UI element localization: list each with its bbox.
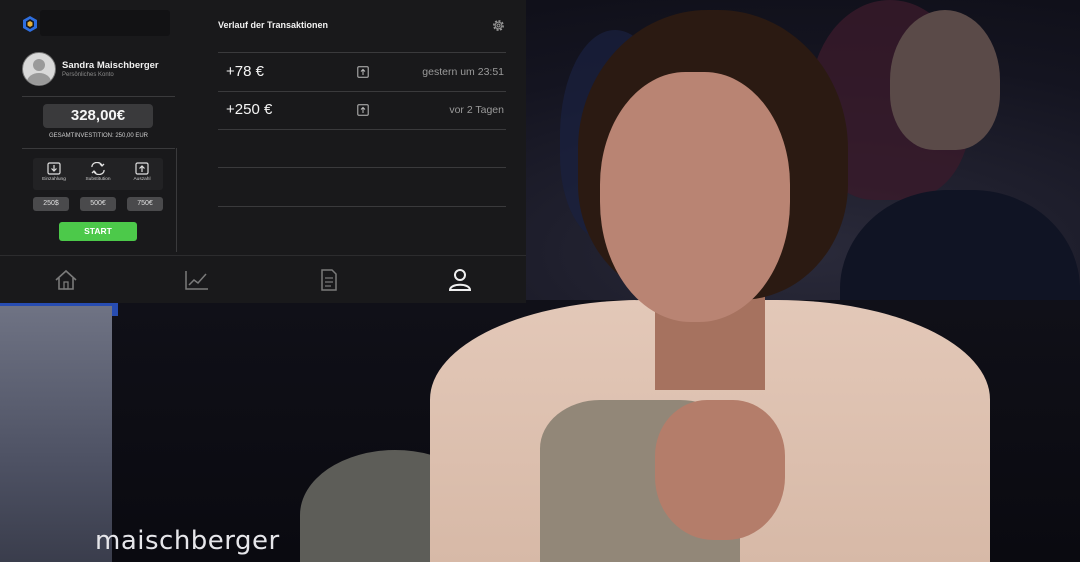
transaction-time: gestern um 23:51 <box>422 66 504 78</box>
account-sidebar: Sandra Maischberger Persönliches Konto 3… <box>0 0 190 255</box>
account-type: Persönliches Konto <box>62 72 114 78</box>
gear-icon[interactable] <box>491 18 506 33</box>
withdraw-label: Auszahl <box>133 177 151 182</box>
studio-pillar <box>0 306 112 562</box>
amount-options: 250$ 500€ 750€ <box>33 197 163 211</box>
start-button[interactable]: START <box>59 222 137 241</box>
top-bar <box>40 10 170 36</box>
swap-icon <box>91 162 105 175</box>
show-logo: maischberger <box>95 526 280 556</box>
amount-option-750[interactable]: 750€ <box>127 197 163 211</box>
audience-member-head <box>890 10 1000 150</box>
upload-icon <box>135 162 149 175</box>
chart-icon <box>185 271 209 290</box>
nav-profile[interactable] <box>395 256 527 304</box>
banking-app-panel: Sandra Maischberger Persönliches Konto 3… <box>0 0 526 303</box>
transaction-amount: +78 € <box>226 63 264 80</box>
amount-option-500[interactable]: 500€ <box>80 197 116 211</box>
nav-home[interactable] <box>0 256 132 304</box>
nav-documents[interactable] <box>263 256 395 304</box>
presenter-face <box>600 72 790 322</box>
amount-option-250[interactable]: 250$ <box>33 197 69 211</box>
divider <box>218 206 506 207</box>
substitution-label: Substitution <box>85 177 111 182</box>
divider <box>218 129 506 130</box>
avatar[interactable] <box>22 52 56 86</box>
balance-display: 328,00€ <box>43 104 153 128</box>
download-icon <box>47 162 61 175</box>
deposit-button[interactable]: Einzahlung <box>33 158 75 190</box>
nav-statistics[interactable] <box>132 256 264 304</box>
transactions-title: Verlauf der Transaktionen <box>218 20 329 30</box>
divider <box>22 148 175 149</box>
home-icon <box>55 269 77 290</box>
bottom-navigation <box>0 255 526 304</box>
transaction-time: vor 2 Tagen <box>449 104 504 116</box>
transaction-row[interactable]: +78 € gestern um 23:51 <box>218 53 506 91</box>
app-logo-icon <box>23 16 37 32</box>
profile-icon <box>449 269 472 291</box>
action-buttons: Einzahlung Substitution Auszahl <box>33 158 163 190</box>
divider <box>218 167 506 168</box>
upload-icon <box>357 66 369 78</box>
document-icon <box>321 269 337 291</box>
divider-vertical <box>176 148 177 252</box>
total-investment-label: GESAMTINVESTITION: 250,00 EUR <box>48 133 149 139</box>
presenter-hand <box>655 400 785 540</box>
deposit-label: Einzahlung <box>42 177 66 182</box>
user-name: Sandra Maischberger <box>62 60 159 71</box>
upload-icon <box>357 104 369 116</box>
substitution-button[interactable]: Substitution <box>77 158 119 190</box>
withdraw-button[interactable]: Auszahl <box>121 158 163 190</box>
divider <box>22 96 175 97</box>
transaction-row[interactable]: +250 € vor 2 Tagen <box>218 91 506 129</box>
transaction-amount: +250 € <box>226 101 273 118</box>
